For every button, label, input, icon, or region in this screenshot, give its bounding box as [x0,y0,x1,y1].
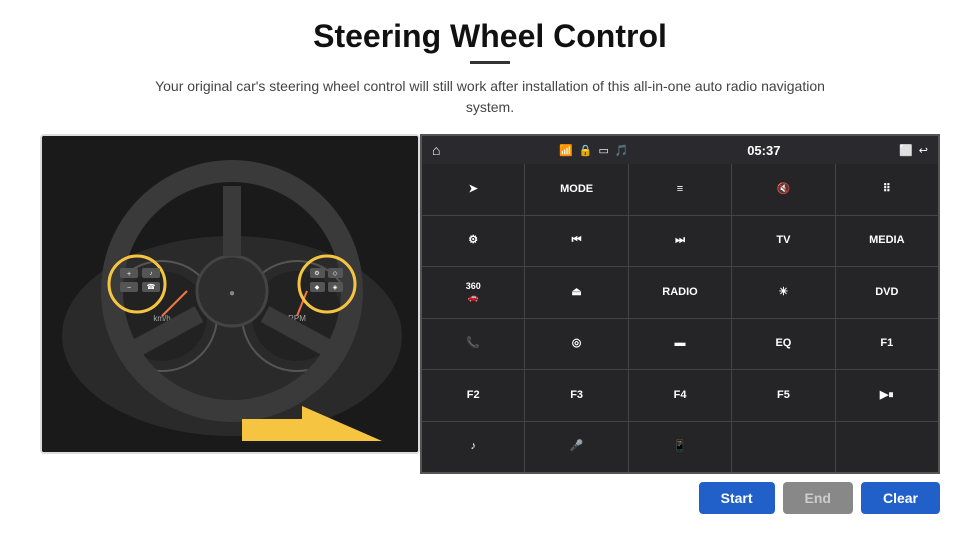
btn-grid[interactable]: ⠿ [836,164,938,215]
status-icons: 📶 🔒 ▭ 🎵 [559,144,629,157]
btn-empty-1 [732,422,835,473]
status-bar: ⌂ 📶 🔒 ▭ 🎵 05:37 ⬜ ↩ [422,136,938,164]
btn-360[interactable]: 360🚗 [422,267,525,318]
btn-rect[interactable]: ▬ [629,319,732,370]
grid-row-6: ♪ 🎤 📱 [422,422,938,473]
grid-row-3: 360🚗 ⏏ RADIO ☀ DVD [422,267,938,319]
btn-playpause[interactable]: ▶⏸ [836,370,938,421]
button-grid-panel: ⌂ 📶 🔒 ▭ 🎵 05:37 ⬜ ↩ ➤ MODE [420,134,940,474]
grid-row-4: 📞 ◎ ▬ EQ F1 [422,319,938,371]
btn-swirl[interactable]: ◎ [525,319,628,370]
svg-text:☎: ☎ [147,283,156,291]
grid-row-1: ➤ MODE ≡ 🔇 ⠿ [422,164,938,216]
lock-icon: 🔒 [579,144,593,157]
btn-empty-2 [836,422,938,473]
btn-media[interactable]: MEDIA [836,216,938,267]
start-button[interactable]: Start [699,482,775,514]
btn-tv[interactable]: TV [732,216,835,267]
btn-mic[interactable]: 🎤 [525,422,628,473]
bt-icon: 🎵 [615,144,629,157]
btn-eject[interactable]: ⏏ [525,267,628,318]
btn-list[interactable]: ≡ [629,164,732,215]
btn-f1[interactable]: F1 [836,319,938,370]
svg-text:◆: ◆ [315,285,320,291]
svg-text:◇: ◇ [333,271,338,277]
btn-f2[interactable]: F2 [422,370,525,421]
btn-rewind[interactable]: ⏮ [525,216,628,267]
btn-phone[interactable]: 📞 [422,319,525,370]
btn-phonecall[interactable]: 📱 [629,422,732,473]
home-icon[interactable]: ⌂ [432,142,440,158]
grid-row-5: F2 F3 F4 F5 ▶⏸ [422,370,938,422]
page-wrapper: Steering Wheel Control Your original car… [0,0,980,544]
title-divider [470,61,510,64]
btn-music[interactable]: ♪ [422,422,525,473]
svg-text:⚙: ⚙ [314,270,319,277]
btn-radio[interactable]: RADIO [629,267,732,318]
steering-wheel-svg: km/h RPM ● + [42,136,420,454]
status-right: ⬜ ↩ [899,144,928,157]
svg-text:−: − [127,285,131,292]
sd-icon: ▭ [598,144,608,157]
svg-text:+: + [127,271,131,278]
grid-row-2: ⚙ ⏮ ⏭ TV MEDIA [422,216,938,268]
btn-eq[interactable]: EQ [732,319,835,370]
btn-brightness[interactable]: ☀ [732,267,835,318]
content-row: km/h RPM ● + [40,134,940,474]
btn-f3[interactable]: F3 [525,370,628,421]
steering-wheel-image: km/h RPM ● + [40,134,420,454]
btn-f4[interactable]: F4 [629,370,732,421]
btn-f5[interactable]: F5 [732,370,835,421]
btn-fastforward[interactable]: ⏭ [629,216,732,267]
btn-mute[interactable]: 🔇 [732,164,835,215]
status-time: 05:37 [747,143,780,158]
svg-text:♪: ♪ [150,271,153,277]
screen-icon: ⬜ [899,144,913,157]
back-icon: ↩ [919,144,928,157]
btn-dvd[interactable]: DVD [836,267,938,318]
btn-mode[interactable]: MODE [525,164,628,215]
page-subtitle: Your original car's steering wheel contr… [140,76,840,118]
wifi-icon: 📶 [559,144,573,157]
page-title: Steering Wheel Control [313,18,667,55]
clear-button[interactable]: Clear [861,482,940,514]
svg-text:●: ● [229,288,235,299]
grid-rows: ➤ MODE ≡ 🔇 ⠿ ⚙ ⏮ ⏭ TV MEDIA 360🚗 ⏏ [422,164,938,472]
btn-send[interactable]: ➤ [422,164,525,215]
btn-settings[interactable]: ⚙ [422,216,525,267]
action-bar: Start End Clear [40,474,940,514]
end-button[interactable]: End [783,482,853,514]
svg-text:◈: ◈ [333,285,338,291]
